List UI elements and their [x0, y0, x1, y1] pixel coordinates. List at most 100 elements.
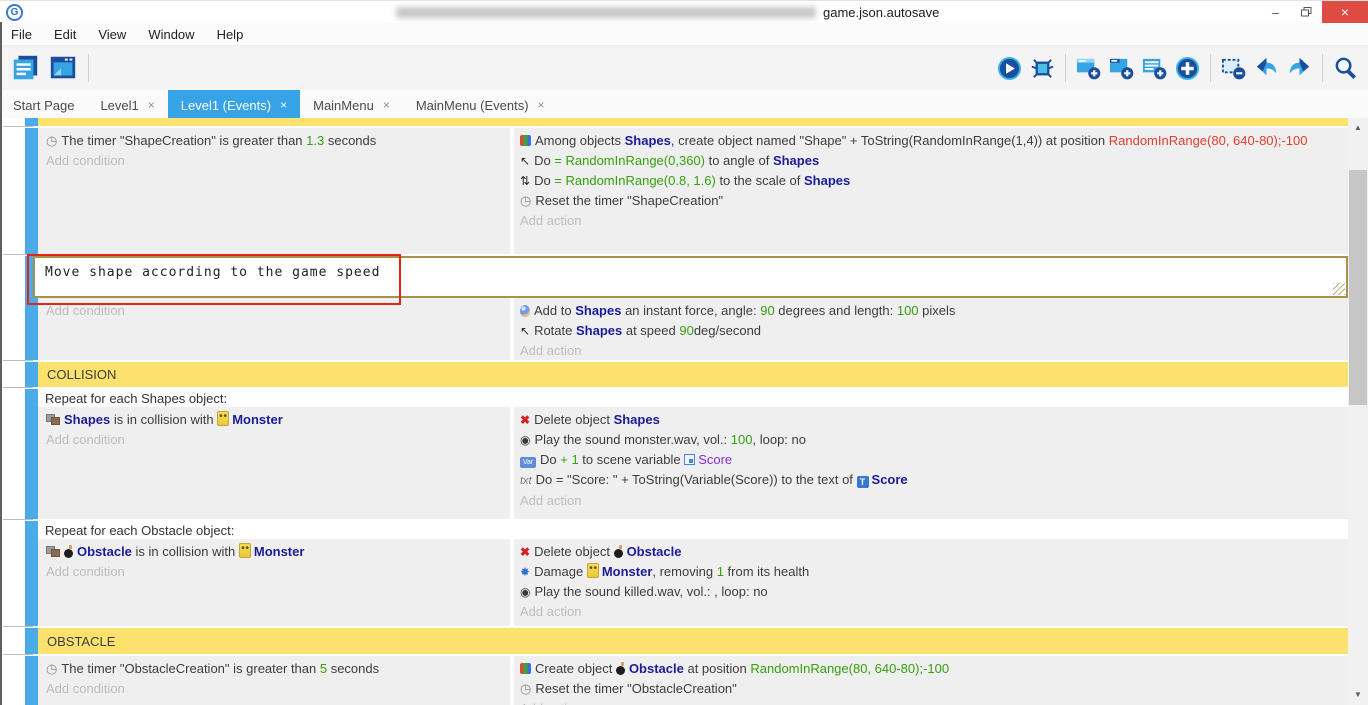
action-line[interactable]: Add to Shapes an instant force, angle: 9…: [520, 301, 1348, 321]
action-line[interactable]: ◉Play the sound killed.wav, vol.: , loop…: [520, 582, 1348, 602]
event-selection-bar[interactable]: [25, 389, 38, 519]
tab-close-icon[interactable]: ×: [383, 98, 390, 112]
actions-column: Create object Obstacle at position Rando…: [514, 656, 1348, 705]
bomb-object-icon: [614, 545, 624, 558]
add-condition-button[interactable]: Add condition: [46, 679, 510, 699]
repeat-event-header[interactable]: Repeat for each Shapes object:: [38, 389, 1348, 407]
event-selection-bar[interactable]: [25, 521, 38, 626]
add-event-icon[interactable]: [1076, 56, 1101, 81]
action-line[interactable]: ↖Rotate Shapes at speed 90deg/second: [520, 321, 1348, 341]
group-header-strip[interactable]: [38, 118, 1348, 126]
redo-icon[interactable]: [1287, 56, 1312, 81]
text-segment: seconds: [327, 661, 379, 676]
group-label[interactable]: OBSTACLE: [38, 628, 1348, 654]
window-title: game.json.autosave: [396, 1, 939, 23]
vertical-scrollbar[interactable]: ▲ ▼: [1348, 118, 1368, 705]
text-segment: Score: [872, 472, 908, 487]
tab-close-icon[interactable]: ×: [148, 98, 155, 112]
condition-line[interactable]: Obstacle is in collision with Monster: [46, 542, 510, 562]
create-object-icon: [520, 135, 531, 146]
timer-icon: ◷: [46, 659, 57, 679]
close-button[interactable]: ×: [1322, 1, 1368, 23]
text-segment: to angle of: [705, 153, 773, 168]
group-header-collision: COLLISION: [0, 362, 1348, 387]
action-line[interactable]: ✸Damage Monster, removing 1 from its hea…: [520, 562, 1348, 582]
action-line[interactable]: ◷Reset the timer "ObstacleCreation": [520, 679, 1348, 699]
text-segment: Shapes: [614, 412, 660, 427]
action-line[interactable]: ⇅Do = RandomInRange(0.8, 1.6) to the sca…: [520, 171, 1348, 191]
tab-mainmenu-events[interactable]: MainMenu (Events)×: [403, 90, 558, 120]
action-line[interactable]: ↖Do = RandomInRange(0,360) to angle of S…: [520, 151, 1348, 171]
add-new-icon[interactable]: [1175, 56, 1200, 81]
resize-grip-icon[interactable]: [1333, 283, 1345, 295]
add-action-button[interactable]: Add action: [520, 211, 1348, 231]
event-selection-bar[interactable]: [25, 128, 38, 254]
title-text: game.json.autosave: [823, 5, 939, 20]
tab-start-page[interactable]: Start Page: [0, 90, 87, 120]
add-action-button[interactable]: Add action: [520, 699, 1348, 705]
add-action-button[interactable]: Add action: [520, 602, 1348, 622]
menu-help[interactable]: Help: [206, 27, 255, 42]
undo-icon[interactable]: [1254, 56, 1279, 81]
event-selection-bar[interactable]: [25, 656, 38, 705]
menu-file[interactable]: File: [0, 27, 43, 42]
action-line[interactable]: Among objects Shapes, create object name…: [520, 131, 1348, 151]
action-line[interactable]: ◉Play the sound monster.wav, vol.: 100, …: [520, 430, 1348, 450]
group-label[interactable]: COLLISION: [38, 362, 1348, 387]
action-line[interactable]: txtDo = "Score: " + ToString(Variable(Sc…: [520, 470, 1348, 491]
event-gutter: [0, 656, 25, 705]
scroll-up-arrow[interactable]: ▲: [1348, 120, 1368, 136]
group-header-obstacle: OBSTACLE: [0, 628, 1348, 654]
text-segment: from its health: [724, 564, 809, 579]
debug-icon[interactable]: [1030, 56, 1055, 81]
action-line[interactable]: ◷Reset the timer "ShapeCreation": [520, 191, 1348, 211]
add-subevent-icon[interactable]: [1109, 56, 1134, 81]
add-action-button[interactable]: Add action: [520, 491, 1348, 511]
text-segment: 100: [897, 303, 919, 318]
action-line[interactable]: Create object Obstacle at position Rando…: [520, 659, 1348, 679]
tab-mainmenu[interactable]: MainMenu×: [300, 90, 403, 120]
action-line[interactable]: VarDo + 1 to scene variable Score: [520, 450, 1348, 470]
condition-line[interactable]: Shapes is in collision with Monster: [46, 410, 510, 430]
event-columns: ◷The timer "ShapeCreation" is greater th…: [38, 128, 1348, 254]
add-condition-button[interactable]: Add condition: [46, 151, 510, 171]
tab-level1-events[interactable]: Level1 (Events)×: [168, 90, 300, 120]
condition-line[interactable]: ◷The timer "ObstacleCreation" is greater…: [46, 659, 510, 679]
action-line[interactable]: ✖Delete object Obstacle: [520, 542, 1348, 562]
text-segment: deg/second: [694, 323, 761, 338]
event-selection-bar[interactable]: [25, 118, 38, 126]
add-action-button[interactable]: Add action: [520, 341, 1348, 360]
tab-close-icon[interactable]: ×: [280, 98, 287, 112]
menu-view[interactable]: View: [87, 27, 137, 42]
menu-window[interactable]: Window: [137, 27, 205, 42]
event-selection-bar[interactable]: [25, 628, 38, 654]
remove-event-icon[interactable]: [1221, 56, 1246, 81]
play-icon[interactable]: [997, 56, 1022, 81]
repeat-event-header[interactable]: Repeat for each Obstacle object:: [38, 521, 1348, 539]
event-body: [38, 118, 1348, 126]
text-segment: 5: [320, 661, 327, 676]
add-condition-button[interactable]: Add condition: [46, 430, 510, 450]
restore-button[interactable]: [1291, 1, 1322, 23]
projects-icon[interactable]: [10, 53, 40, 83]
add-condition-button[interactable]: Add condition: [46, 301, 510, 321]
search-icon[interactable]: [1333, 56, 1358, 81]
editor-icon[interactable]: [48, 53, 78, 83]
add-condition-button[interactable]: Add condition: [46, 562, 510, 582]
minimize-button[interactable]: –: [1260, 1, 1291, 23]
action-line[interactable]: ✖Delete object Shapes: [520, 410, 1348, 430]
scroll-down-arrow[interactable]: ▼: [1348, 687, 1368, 703]
scrollbar-thumb[interactable]: [1349, 170, 1367, 405]
text-action-icon: txt: [520, 471, 532, 491]
comment-editor[interactable]: Move shape according to the game speed: [33, 256, 1348, 298]
menu-edit[interactable]: Edit: [43, 27, 87, 42]
text-segment: Create object: [535, 661, 616, 676]
timer-icon: ◷: [520, 679, 531, 699]
text-segment: = RandomInRange(0.8, 1.6): [554, 173, 716, 188]
tab-level1[interactable]: Level1×: [87, 90, 167, 120]
comment-text[interactable]: Move shape according to the game speed: [35, 258, 1346, 280]
condition-line[interactable]: ◷The timer "ShapeCreation" is greater th…: [46, 131, 510, 151]
event-selection-bar[interactable]: [25, 362, 38, 387]
tab-close-icon[interactable]: ×: [538, 98, 545, 112]
add-comment-icon[interactable]: [1142, 56, 1167, 81]
